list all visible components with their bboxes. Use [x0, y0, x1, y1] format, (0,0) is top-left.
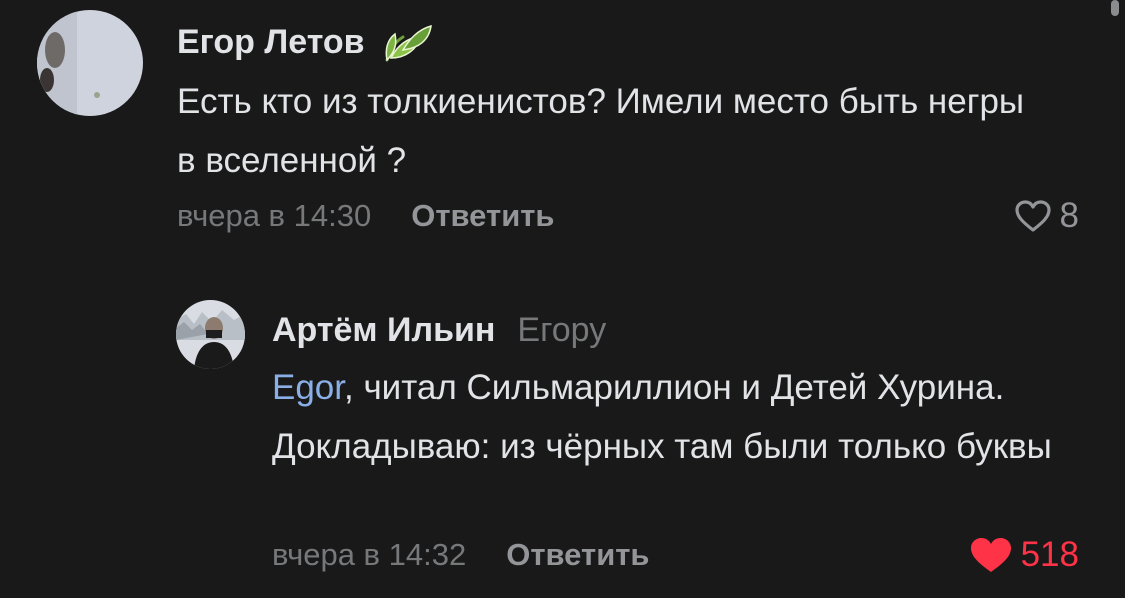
scrollbar[interactable]	[1111, 0, 1119, 16]
comment-text: Egor, читал Сильмариллион и Детей Хурина…	[272, 368, 1052, 466]
comment-timestamp[interactable]: вчера в 14:32	[272, 537, 466, 573]
comment-timestamp[interactable]: вчера в 14:30	[177, 198, 371, 234]
avatar[interactable]	[176, 300, 245, 369]
reply-button[interactable]: Ответить	[506, 537, 649, 573]
like-button[interactable]: 518	[969, 533, 1079, 577]
like-count: 8	[1059, 196, 1079, 235]
comment-author[interactable]: Егор Летов	[177, 20, 435, 64]
comment-text: Есть кто из толкиенистов? Имели место бы…	[177, 82, 1025, 180]
like-count: 518	[1020, 535, 1079, 574]
avatar[interactable]	[37, 10, 143, 116]
reply-button[interactable]: Ответить	[411, 198, 554, 234]
author-name[interactable]: Егор Летов	[177, 23, 365, 62]
comment-meta: вчера в 14:32 Ответить	[272, 535, 650, 575]
author-name[interactable]: Артём Ильин	[272, 311, 495, 350]
comment-meta: вчера в 14:30 Ответить	[177, 196, 555, 236]
leaf-badge-icon	[381, 20, 435, 64]
comment-author[interactable]: Артём Ильин Егору	[272, 308, 606, 352]
heart-outline-icon	[1014, 199, 1052, 233]
heart-filled-icon	[969, 536, 1013, 574]
comments-thread: Егор Летов Есть кто из толкиенистов? Име…	[0, 0, 1125, 598]
reply-to-label[interactable]: Егору	[517, 311, 606, 350]
like-button[interactable]: 8	[1014, 196, 1079, 236]
mention-link[interactable]: Egor	[272, 368, 344, 407]
